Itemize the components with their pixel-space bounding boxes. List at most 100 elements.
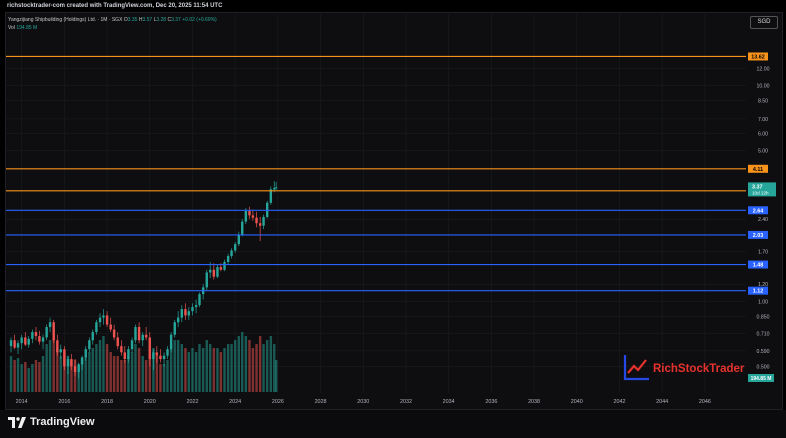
watermark-logo-icon (623, 355, 649, 381)
volume-bar (112, 356, 116, 392)
candle-body (88, 340, 91, 350)
y-tick-label: 0.850 (757, 315, 770, 321)
candle-body (176, 317, 180, 323)
symbol-name: Yangzijiang Shipbuilding (Holdings) Ltd.… (8, 17, 123, 23)
x-tick-label: 2036 (485, 399, 497, 405)
y-tick-label: 7.00 (758, 117, 768, 123)
candle-body (198, 294, 201, 306)
volume-bar (13, 360, 16, 392)
candle-body (116, 337, 119, 347)
candle-body (187, 311, 191, 316)
candle-body (137, 327, 141, 341)
volume-bar (24, 362, 27, 392)
volume-bar (98, 340, 102, 392)
candle-body (52, 322, 55, 341)
candle-body (237, 234, 241, 245)
last-price-countdown: 10d 22h (752, 190, 769, 195)
candle-body (223, 262, 226, 270)
y-tick-label: 6.00 (758, 131, 768, 137)
volume-bar (212, 348, 216, 392)
volume-bar (208, 344, 212, 392)
volume-label: Vol (8, 25, 15, 31)
close-value: 3.37 (171, 17, 181, 23)
candle-body (59, 349, 62, 353)
volume-bar (173, 340, 176, 392)
volume-bar (130, 352, 134, 392)
x-axis: 2014 2016 2018 2020 2022 2024 2026 2028 2030 2032… (16, 399, 711, 405)
candle-body (24, 337, 27, 345)
candle-body (230, 250, 233, 257)
volume-bar (91, 348, 94, 392)
level-label: 2.03 (753, 233, 764, 239)
candle-body (123, 352, 126, 360)
volume-bar (105, 344, 109, 392)
x-tick-label: 2030 (357, 399, 369, 405)
x-tick-label: 2014 (16, 399, 28, 405)
candle-body (9, 340, 13, 347)
candle-body (148, 337, 151, 360)
currency-button[interactable]: SGD (750, 16, 778, 29)
candle-body (251, 215, 255, 218)
level-label: 4.11 (753, 167, 763, 173)
horizontal-levels: 13.624.113.252.642.031.481.123.3710d 22h… (6, 52, 776, 382)
tradingview-logo[interactable]: TradingView (8, 416, 95, 428)
volume-bar (187, 352, 191, 392)
volume-bar (180, 344, 183, 392)
candle-body (13, 340, 16, 348)
tradingview-brand: TradingView (30, 416, 95, 428)
candle-body (173, 322, 176, 335)
candle-body (70, 359, 73, 367)
volume-bar (88, 352, 91, 392)
level-label: 13.62 (751, 54, 765, 60)
x-tick-label: 2034 (443, 399, 455, 405)
candle-body (80, 357, 84, 365)
candle-body (162, 355, 166, 360)
volume-bar (134, 344, 137, 392)
candle-body (255, 217, 258, 224)
volume-bar (223, 348, 226, 392)
volume-bar (258, 336, 262, 392)
volume-bar (52, 336, 55, 392)
candle-body (109, 324, 112, 330)
volume-bar (226, 344, 230, 392)
volume-bar (9, 356, 13, 392)
candle-body (130, 340, 134, 350)
volume-badge-label: 194.85 M (751, 376, 772, 382)
candle-body (169, 334, 173, 350)
volume-bar (262, 344, 265, 392)
candle-body (258, 223, 262, 226)
x-tick-label: 2016 (58, 399, 70, 405)
candle-body (216, 267, 219, 277)
price-chart[interactable]: 13.624.113.252.642.031.481.123.3710d 22h… (0, 0, 786, 410)
y-tick-label: 8.50 (758, 99, 768, 105)
candle-body (166, 349, 169, 356)
candle-body (66, 359, 70, 367)
y-axis: 12.00 10.00 8.50 7.00 6.00 5.00 2.40 1.70 1.20 1.… (757, 66, 770, 370)
candle-body (194, 305, 198, 308)
x-tick-label: 2042 (613, 399, 625, 405)
low-value: 3.28 (156, 17, 167, 23)
change-value: +0.02 (+0.60%) (182, 17, 217, 23)
ohlc-line: Yangzijiang Shipbuilding (Holdings) Ltd.… (8, 16, 217, 24)
x-tick-label: 2038 (528, 399, 540, 405)
volume-bar (102, 336, 105, 392)
grid (6, 14, 746, 393)
volume-bar (233, 340, 237, 392)
candle-body (48, 322, 52, 328)
candle-body (208, 269, 212, 273)
candle-body (91, 332, 94, 341)
volume-bar (20, 364, 23, 392)
candle-body (141, 334, 144, 341)
open-value: 3.35 (127, 17, 138, 23)
candle-body (127, 349, 130, 360)
candle-body (16, 343, 20, 348)
candle-body (41, 337, 45, 342)
candle-body (241, 221, 244, 235)
volume-bar (176, 340, 180, 392)
candle-body (269, 189, 273, 203)
candle-body (77, 364, 80, 373)
volume-bar (141, 356, 144, 392)
candle-body (191, 307, 194, 312)
volume-bar (216, 348, 219, 392)
volume-bar (27, 368, 30, 392)
